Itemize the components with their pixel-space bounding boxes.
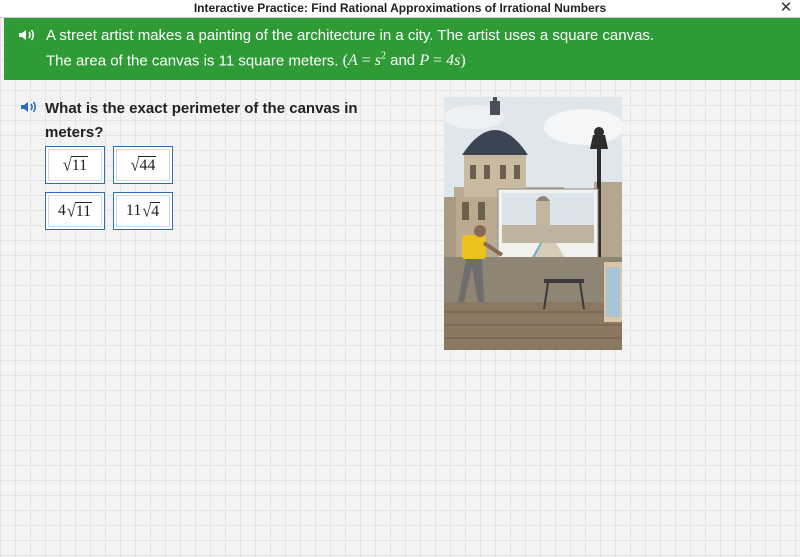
problem-text-area: The area of the canvas is 11 square mete…	[46, 52, 339, 70]
answer-choice-4[interactable]: 11 √4	[113, 192, 173, 230]
problem-text-line1: A street artist makes a painting of the …	[46, 27, 655, 44]
speaker-icon[interactable]	[18, 28, 36, 42]
sqrt-expression: √11	[62, 155, 89, 175]
close-icon: ✕	[779, 0, 793, 16]
sqrt-expression: √4	[142, 201, 161, 221]
problem-banner: A street artist makes a painting of the …	[4, 18, 800, 80]
window-titlebar: Interactive Practice: Find Rational Appr…	[0, 0, 800, 18]
formula: (A = s2 and P = 4s)	[342, 51, 466, 70]
window-title: Interactive Practice: Find Rational Appr…	[193, 1, 607, 15]
speaker-icon[interactable]	[20, 100, 38, 114]
sqrt-expression: √11	[66, 201, 93, 221]
sqrt-expression: √44	[130, 155, 157, 175]
street-artist-photo	[444, 97, 622, 350]
problem-text-line2: The area of the canvas is 11 square mete…	[46, 51, 466, 70]
question-text: What is the exact perimeter of the canva…	[45, 100, 358, 141]
answer-choice-1[interactable]: √11	[45, 146, 105, 184]
answer-choice-2[interactable]: √44	[113, 146, 173, 184]
close-button[interactable]: ✕	[778, 0, 794, 16]
answer-choice-3[interactable]: 4 √11	[45, 192, 105, 230]
